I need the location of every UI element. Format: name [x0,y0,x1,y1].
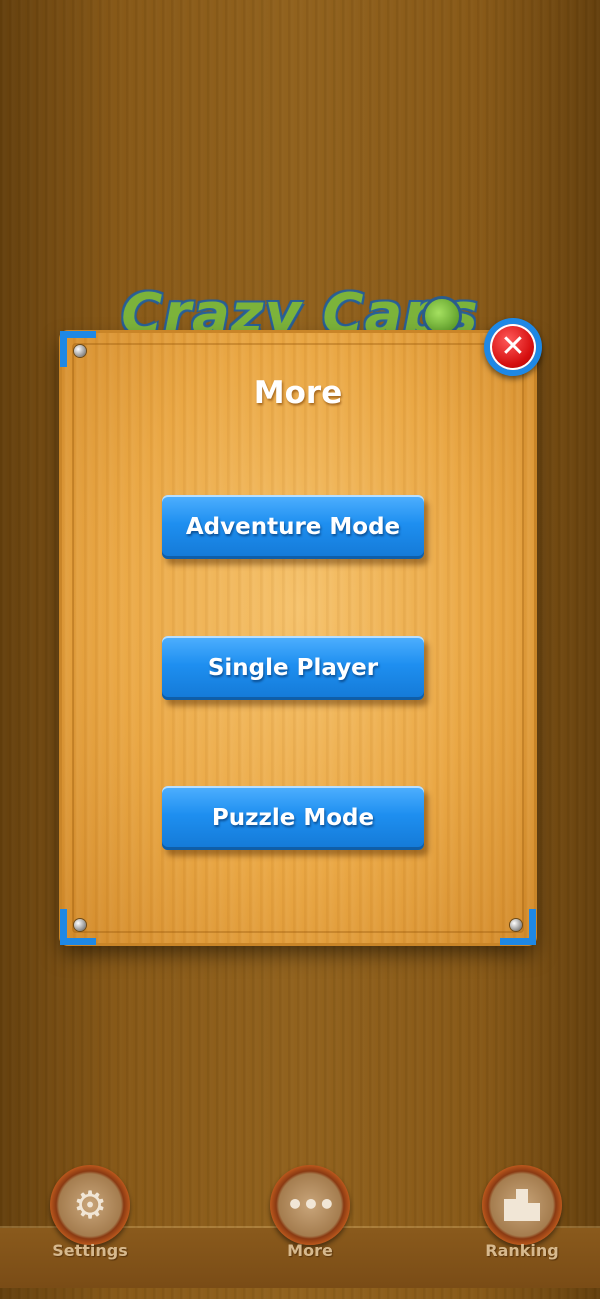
adventure-mode-button[interactable]: Adventure Mode [162,495,424,559]
close-icon: ✕ [490,324,536,370]
nav-more-label: More [287,1241,333,1260]
nav-ranking-circle [482,1165,562,1245]
close-button[interactable]: ✕ [484,318,542,376]
more-dialog: More Adventure Mode Single Player Puzzle… [60,331,536,945]
nav-more-circle: ••• [270,1165,350,1245]
podium-icon [482,1165,562,1245]
dots-icon: ••• [286,1188,336,1221]
nav-ranking[interactable]: Ranking [480,1165,564,1275]
nav-settings-label: Settings [52,1241,128,1260]
screw-icon [74,345,86,357]
single-player-button[interactable]: Single Player [162,636,424,700]
nav-ranking-label: Ranking [485,1241,559,1260]
logo-cap-icon [422,296,462,336]
nav-more[interactable]: ••• More [268,1165,352,1275]
corner-bracket-bottom-left [60,909,96,945]
screw-icon [74,919,86,931]
dialog-title: More [253,375,343,411]
corner-bracket-bottom-right [500,909,536,945]
screw-icon [510,919,522,931]
corner-bracket-top-left [60,331,96,367]
gear-icon: ⚙ [72,1183,108,1227]
nav-settings[interactable]: ⚙ Settings [48,1165,132,1275]
puzzle-mode-button[interactable]: Puzzle Mode [162,786,424,850]
nav-settings-circle: ⚙ [50,1165,130,1245]
